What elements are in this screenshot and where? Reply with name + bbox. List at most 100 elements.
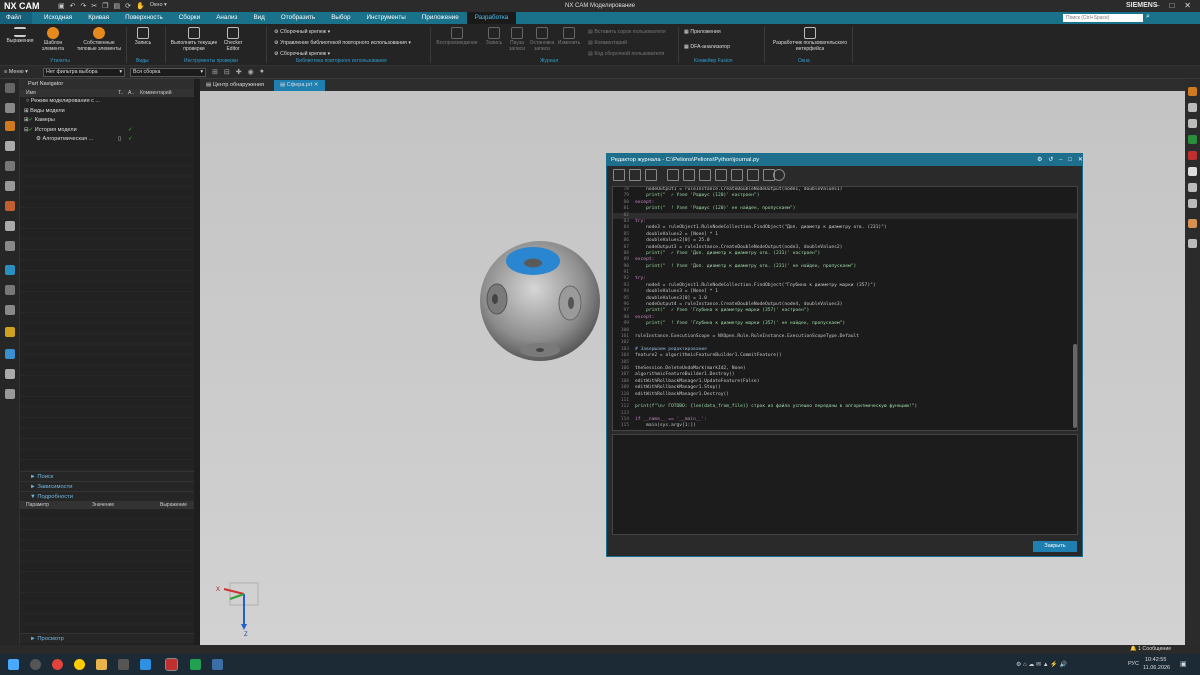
- gear-icon[interactable]: ⚙: [1037, 154, 1042, 166]
- section-search[interactable]: ► Поиск: [20, 470, 194, 481]
- repeat-icon[interactable]: ⟳: [125, 2, 131, 10]
- feature-template-button[interactable]: Шаблон элемента: [38, 27, 68, 52]
- journal-output-pane[interactable]: [612, 434, 1078, 535]
- new-file-icon[interactable]: [613, 169, 625, 181]
- save-icon[interactable]: [645, 169, 657, 181]
- language-indicator[interactable]: РУС: [1128, 661, 1139, 667]
- assembly-fastener-item-2[interactable]: ⚙ Сборочный крепеж ▾: [274, 51, 330, 57]
- windows-start-icon[interactable]: [8, 659, 19, 670]
- yandex-icon[interactable]: [74, 659, 85, 670]
- table-icon[interactable]: [1188, 135, 1197, 144]
- journal-record-button[interactable]: Запись: [482, 27, 506, 47]
- tab-application[interactable]: Приложение: [414, 12, 467, 24]
- window-menu[interactable]: Окно ▾: [150, 2, 167, 10]
- render-icon[interactable]: [1188, 239, 1197, 248]
- user-code-item[interactable]: ▤ Код сборочной пользователя: [588, 51, 664, 57]
- undo-icon[interactable]: [747, 169, 759, 181]
- tree-item[interactable]: ⊞ Виды модели: [20, 107, 194, 117]
- ui-designer-button[interactable]: Разработчик пользовательского интерфейса: [770, 27, 850, 52]
- palette-icon[interactable]: [1188, 167, 1197, 176]
- replace-icon[interactable]: [731, 169, 743, 181]
- excel-icon[interactable]: [190, 659, 201, 670]
- terminal-icon[interactable]: [118, 659, 129, 670]
- sphere-icon[interactable]: ●: [260, 68, 264, 76]
- reset-icon[interactable]: ↺: [1048, 154, 1053, 166]
- touch-mode-icon[interactable]: ✋: [136, 2, 145, 10]
- close-icon[interactable]: ✕: [1078, 154, 1083, 166]
- sphere-model[interactable]: [480, 241, 600, 361]
- layers-icon[interactable]: [1188, 183, 1197, 192]
- hand-icon[interactable]: [1188, 103, 1197, 112]
- section-dependencies[interactable]: ► Зависимости: [20, 480, 194, 491]
- col-parameter[interactable]: Параметр: [26, 501, 49, 509]
- col-expression[interactable]: Выражение: [160, 501, 187, 509]
- search-icon[interactable]: [30, 659, 41, 670]
- menu-button[interactable]: ≡ Меню ▾: [4, 69, 28, 75]
- view-icon[interactable]: [1188, 199, 1197, 208]
- deselect-icon[interactable]: ⊟: [224, 68, 230, 76]
- maximize-icon[interactable]: □: [1068, 154, 1072, 166]
- constraint-navigator-icon[interactable]: [5, 121, 15, 131]
- nodes-icon[interactable]: [1188, 119, 1197, 128]
- run-icon[interactable]: [773, 169, 785, 181]
- dialog-title-bar[interactable]: Редактор журнала - C:\Pelions\Pelions\Py…: [607, 154, 1083, 166]
- expressions-button[interactable]: Выражения: [4, 27, 36, 45]
- col-a[interactable]: А..: [128, 89, 134, 97]
- status-message[interactable]: 1 Сообщение: [1138, 645, 1171, 654]
- paste-icon[interactable]: [699, 169, 711, 181]
- checker-editor-button[interactable]: Checker Editor: [220, 27, 246, 52]
- dfa-analyzer-item[interactable]: ▦ DFA-анализатор: [684, 44, 730, 50]
- search-icon[interactable]: ⌕: [1146, 13, 1150, 21]
- col-t[interactable]: Т..: [118, 89, 123, 97]
- paste-icon[interactable]: ▤: [114, 2, 121, 10]
- browser-icon[interactable]: [52, 659, 63, 670]
- close-button[interactable]: Закрыть: [1033, 541, 1077, 552]
- roles-icon[interactable]: [5, 265, 15, 275]
- select-all-icon[interactable]: ⊞: [212, 68, 218, 76]
- fire-icon[interactable]: [1188, 87, 1197, 96]
- editor-scrollbar[interactable]: [1073, 344, 1077, 428]
- tab-view[interactable]: Вид: [245, 12, 272, 24]
- selection-filter-dropdown[interactable]: Нет фильтра выбора ▾: [43, 68, 125, 77]
- stop-record-button[interactable]: Остановка записи: [528, 27, 556, 52]
- vscode-icon[interactable]: [140, 659, 151, 670]
- materials-icon[interactable]: [5, 349, 15, 359]
- tab-assemblies[interactable]: Сборки: [171, 12, 208, 24]
- close-icon[interactable]: ✕: [314, 82, 319, 88]
- hd3d-icon[interactable]: [5, 181, 15, 191]
- settings-icon[interactable]: [5, 83, 15, 93]
- tree-item[interactable]: ⊟✓ История модели ✓: [20, 126, 194, 136]
- tray-icons[interactable]: ⚙ ⌂ ☁ ✉ ▲ ⚡ 🔊: [1016, 661, 1067, 668]
- nx-app-icon[interactable]: [165, 658, 178, 671]
- reuse-library-icon[interactable]: [5, 161, 15, 171]
- search-input[interactable]: Поиск (Ctrl+Space): [1063, 14, 1143, 22]
- minimize-icon[interactable]: –: [1059, 154, 1062, 166]
- part-navigator-icon[interactable]: [5, 141, 15, 151]
- section-preview[interactable]: ► Просмотр: [20, 632, 194, 643]
- minimize-icon[interactable]: –: [1155, 1, 1159, 10]
- copy-icon[interactable]: ❐: [102, 2, 108, 10]
- redo-icon[interactable]: ↷: [81, 2, 87, 10]
- point-icon[interactable]: ◉: [248, 68, 254, 76]
- tab-file[interactable]: Файл: [0, 12, 32, 24]
- col-value[interactable]: Значение: [92, 501, 114, 509]
- close-icon[interactable]: ✕: [1184, 1, 1191, 10]
- document-icon[interactable]: [5, 369, 15, 379]
- save-icon[interactable]: ▣: [58, 2, 65, 10]
- tree-item[interactable]: ○ Режим моделирования с ...: [20, 97, 194, 107]
- code-line[interactable]: 115 main(sys.argv[1:]): [613, 423, 1077, 429]
- tab-curve[interactable]: Кривая: [80, 12, 117, 24]
- tab-discovery-center[interactable]: ▤ Центр обнаружения: [200, 80, 270, 91]
- section-details[interactable]: ▼ Подробности: [20, 490, 194, 501]
- tab-sphere-part[interactable]: ▤ Сфера.prt ✕: [274, 80, 325, 91]
- tab-tools[interactable]: Инструменты: [359, 12, 414, 24]
- col-name[interactable]: Имя: [26, 89, 36, 97]
- clock-date[interactable]: 11.06.2026: [1143, 665, 1170, 671]
- history-icon[interactable]: [5, 221, 15, 231]
- palette-icon[interactable]: [5, 327, 15, 337]
- snap-icon[interactable]: ✚: [236, 68, 242, 76]
- cut-icon[interactable]: [667, 169, 679, 181]
- applications-item[interactable]: ▦ Приложения: [684, 29, 721, 35]
- run-checks-button[interactable]: Выполнить текущие проверки: [170, 27, 218, 52]
- tab-develop[interactable]: Разработка: [466, 12, 517, 24]
